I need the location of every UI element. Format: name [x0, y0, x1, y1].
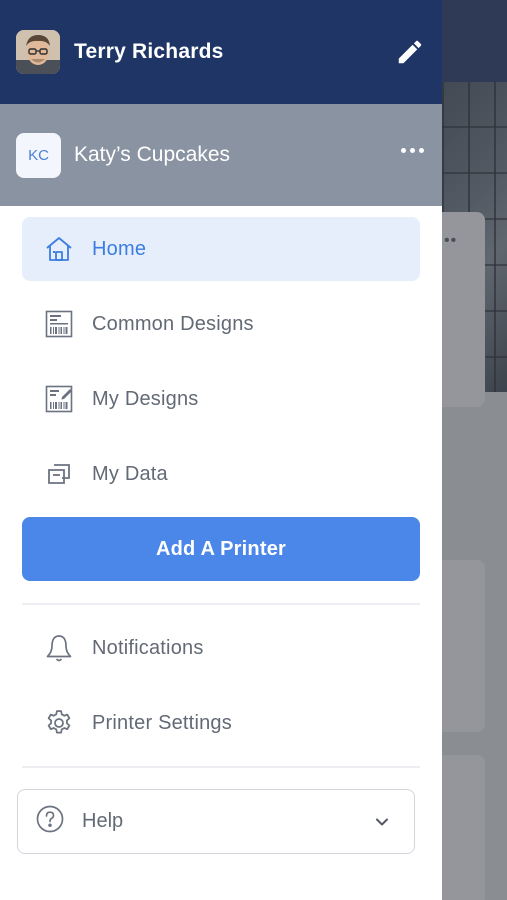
navigation-drawer: Terry Richards KC Katy’s Cupcakes Home C… — [0, 0, 442, 900]
nav-item-label: Printer Settings — [92, 711, 232, 734]
user-header: Terry Richards — [0, 0, 442, 104]
nav-item-printer-settings[interactable]: Printer Settings — [22, 691, 420, 755]
home-icon — [44, 234, 74, 264]
nav-item-label: Notifications — [92, 636, 204, 659]
organization-name: Katy’s Cupcakes — [74, 143, 231, 166]
nav-item-label: My Data — [92, 462, 168, 485]
secondary-nav: Notifications Printer Settings — [0, 605, 442, 755]
divider — [22, 766, 420, 768]
edit-profile-button[interactable] — [394, 36, 426, 68]
main-nav: Home Common Designs My Designs My Data — [0, 206, 442, 506]
more-dots-icon — [401, 148, 406, 153]
nav-item-my-designs[interactable]: My Designs — [22, 367, 420, 431]
gear-icon — [44, 708, 74, 738]
pencil-icon — [398, 40, 422, 64]
nav-item-label: My Designs — [92, 387, 199, 410]
nav-item-home[interactable]: Home — [22, 217, 420, 281]
nav-item-common-designs[interactable]: Common Designs — [22, 292, 420, 356]
question-icon — [35, 804, 65, 839]
chevron-down-icon — [374, 814, 390, 835]
user-name: Terry Richards — [74, 40, 224, 63]
organization-header[interactable]: KC Katy’s Cupcakes — [0, 104, 442, 206]
add-printer-button[interactable]: Add A Printer — [22, 517, 420, 581]
nav-item-label: Home — [92, 237, 147, 260]
organization-more-button[interactable] — [401, 148, 424, 153]
nav-item-notifications[interactable]: Notifications — [22, 616, 420, 680]
organization-badge: KC — [16, 132, 61, 178]
data-icon — [44, 459, 74, 489]
help-dropdown[interactable]: Help — [17, 789, 415, 854]
help-label: Help — [82, 810, 124, 832]
barcode-label-icon — [44, 309, 74, 339]
nav-item-my-data[interactable]: My Data — [22, 442, 420, 506]
edit-label-icon — [44, 384, 74, 414]
bell-icon — [44, 633, 74, 663]
avatar[interactable] — [16, 30, 60, 74]
nav-item-label: Common Designs — [92, 312, 254, 335]
